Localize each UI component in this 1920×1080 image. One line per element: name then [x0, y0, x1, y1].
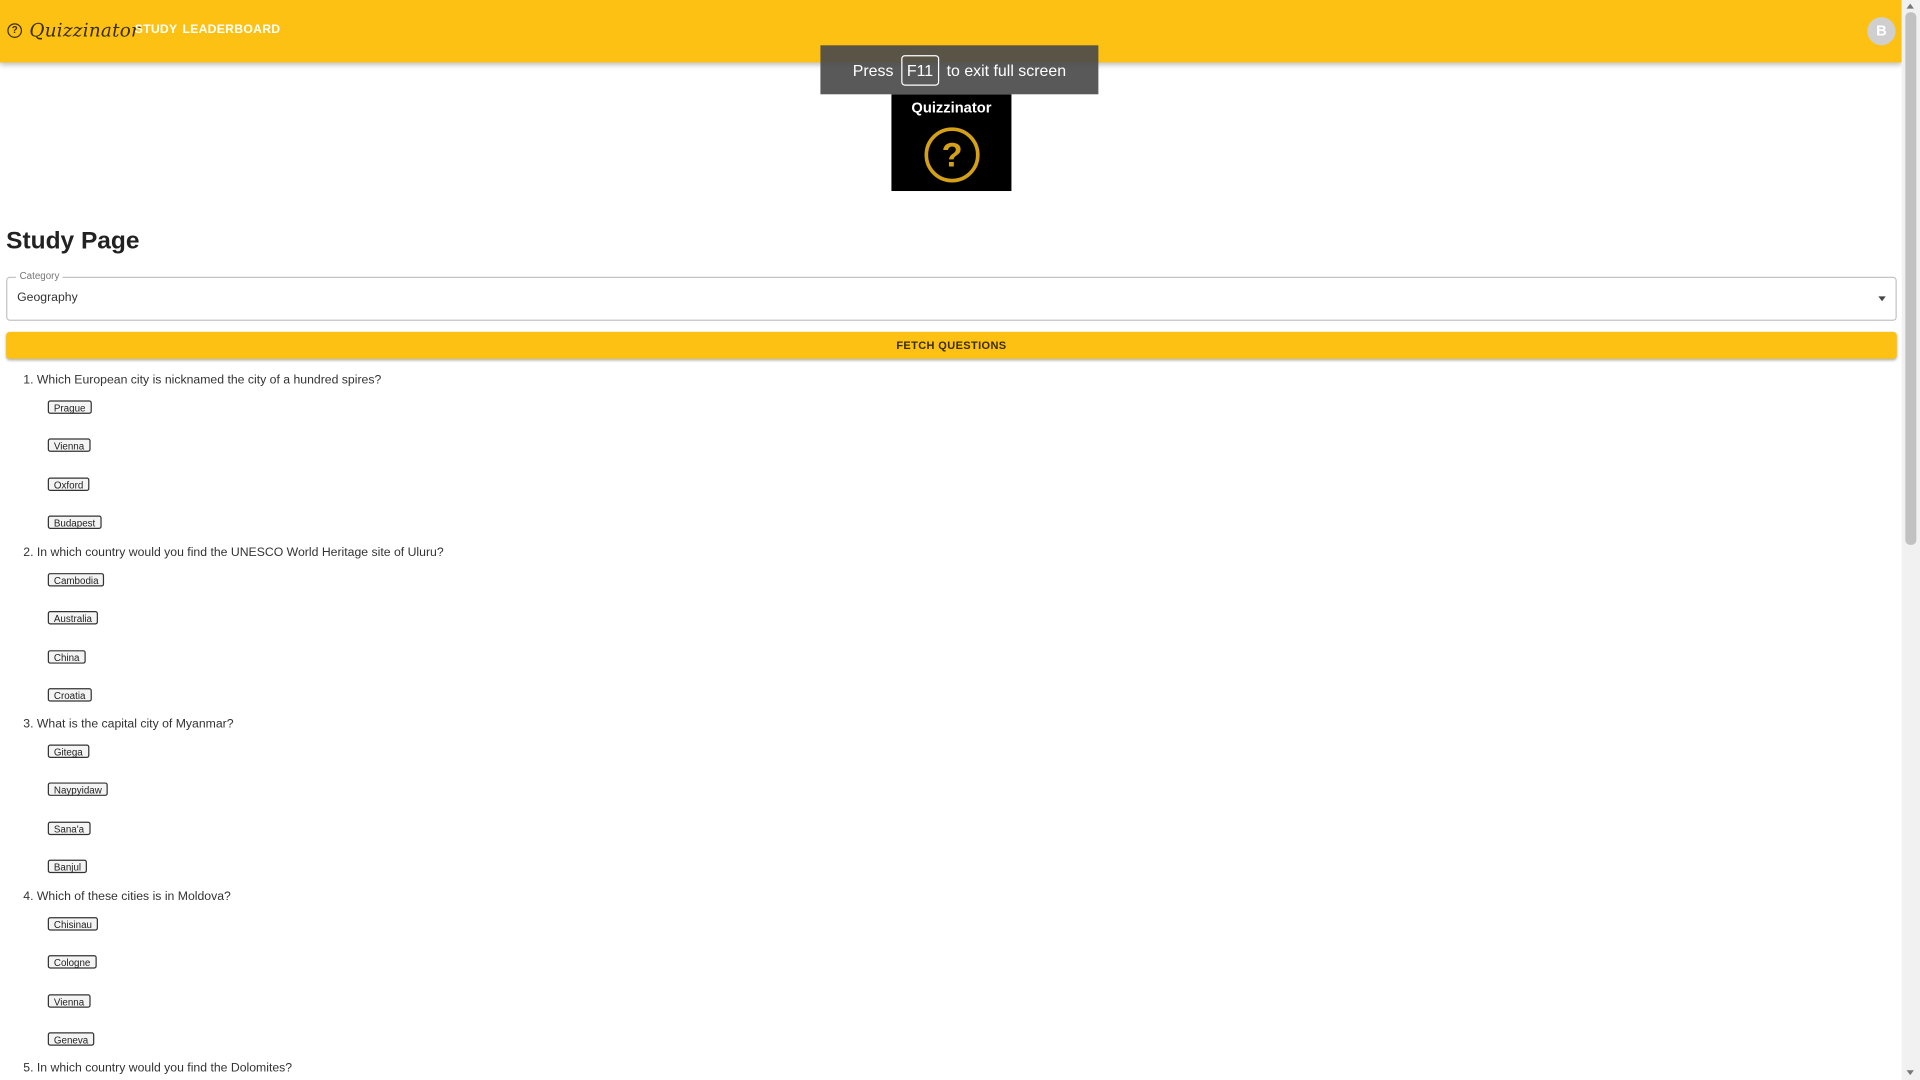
- answer-option[interactable]: Vienna: [47, 438, 91, 452]
- fullscreen-notice: Press F11 to exit full screen: [820, 45, 1099, 95]
- answer-option[interactable]: China: [47, 649, 86, 664]
- page-scrollbar[interactable]: [1901, 0, 1920, 1080]
- category-value: Geography: [17, 291, 78, 305]
- answer-option[interactable]: Prague: [47, 400, 92, 414]
- answer-option[interactable]: Cambodia: [47, 572, 105, 586]
- category-select[interactable]: Category Geography: [6, 270, 1897, 321]
- answer-option[interactable]: Croatia: [47, 687, 92, 702]
- answer-option[interactable]: Oxford: [47, 477, 90, 492]
- nav-study[interactable]: STUDY: [135, 23, 178, 36]
- nav-leaderboard[interactable]: LEADERBOARD: [182, 23, 280, 36]
- help-circle-icon: ?: [7, 23, 23, 38]
- question-text: 3. What is the capital city of Myanmar?: [23, 717, 234, 732]
- answer-option[interactable]: Cologne: [47, 954, 97, 968]
- answer-option[interactable]: Naypyidaw: [47, 782, 108, 796]
- fetch-questions-button[interactable]: FETCH QUESTIONS: [6, 331, 1897, 359]
- answer-option[interactable]: Geneva: [47, 1031, 95, 1046]
- answer-option[interactable]: Vienna: [47, 993, 91, 1008]
- user-avatar[interactable]: B: [1867, 17, 1896, 46]
- quizzinator-logo: Quizzinator ?: [891, 94, 1012, 192]
- answer-option[interactable]: Chisinau: [47, 916, 99, 931]
- page-title: Study Page: [6, 227, 140, 255]
- question-text: 4. Which of these cities is in Moldova?: [23, 889, 231, 904]
- question-text: 2. In which country would you find the U…: [23, 545, 444, 559]
- f11-key: F11: [900, 54, 940, 86]
- fullscreen-notice-suffix: to exit full screen: [946, 60, 1067, 79]
- question-mark-icon: ?: [924, 127, 980, 183]
- scrollbar-thumb[interactable]: [1905, 12, 1917, 545]
- answer-option[interactable]: Banjul: [47, 859, 88, 874]
- chevron-down-icon: [1878, 296, 1886, 302]
- answer-option[interactable]: Sana'a: [47, 821, 91, 836]
- answer-option[interactable]: Gitega: [47, 744, 89, 758]
- scroll-down-icon[interactable]: [1906, 1070, 1914, 1076]
- scroll-up-icon[interactable]: [1906, 3, 1914, 9]
- logo-title: Quizzinator: [911, 99, 992, 117]
- brand-title[interactable]: Quizzinator: [29, 20, 140, 42]
- browser-viewport: ? Quizzinator STUDY LEADERBOARD B Press …: [0, 0, 1920, 1080]
- question-text: 5. In which country would you find the D…: [23, 1061, 293, 1076]
- question-text: 1. Which European city is nicknamed the …: [23, 373, 382, 387]
- answer-option[interactable]: Australia: [47, 610, 99, 624]
- category-label: Category: [15, 270, 64, 282]
- answer-option[interactable]: Budapest: [47, 515, 102, 529]
- fullscreen-notice-prefix: Press: [852, 60, 894, 79]
